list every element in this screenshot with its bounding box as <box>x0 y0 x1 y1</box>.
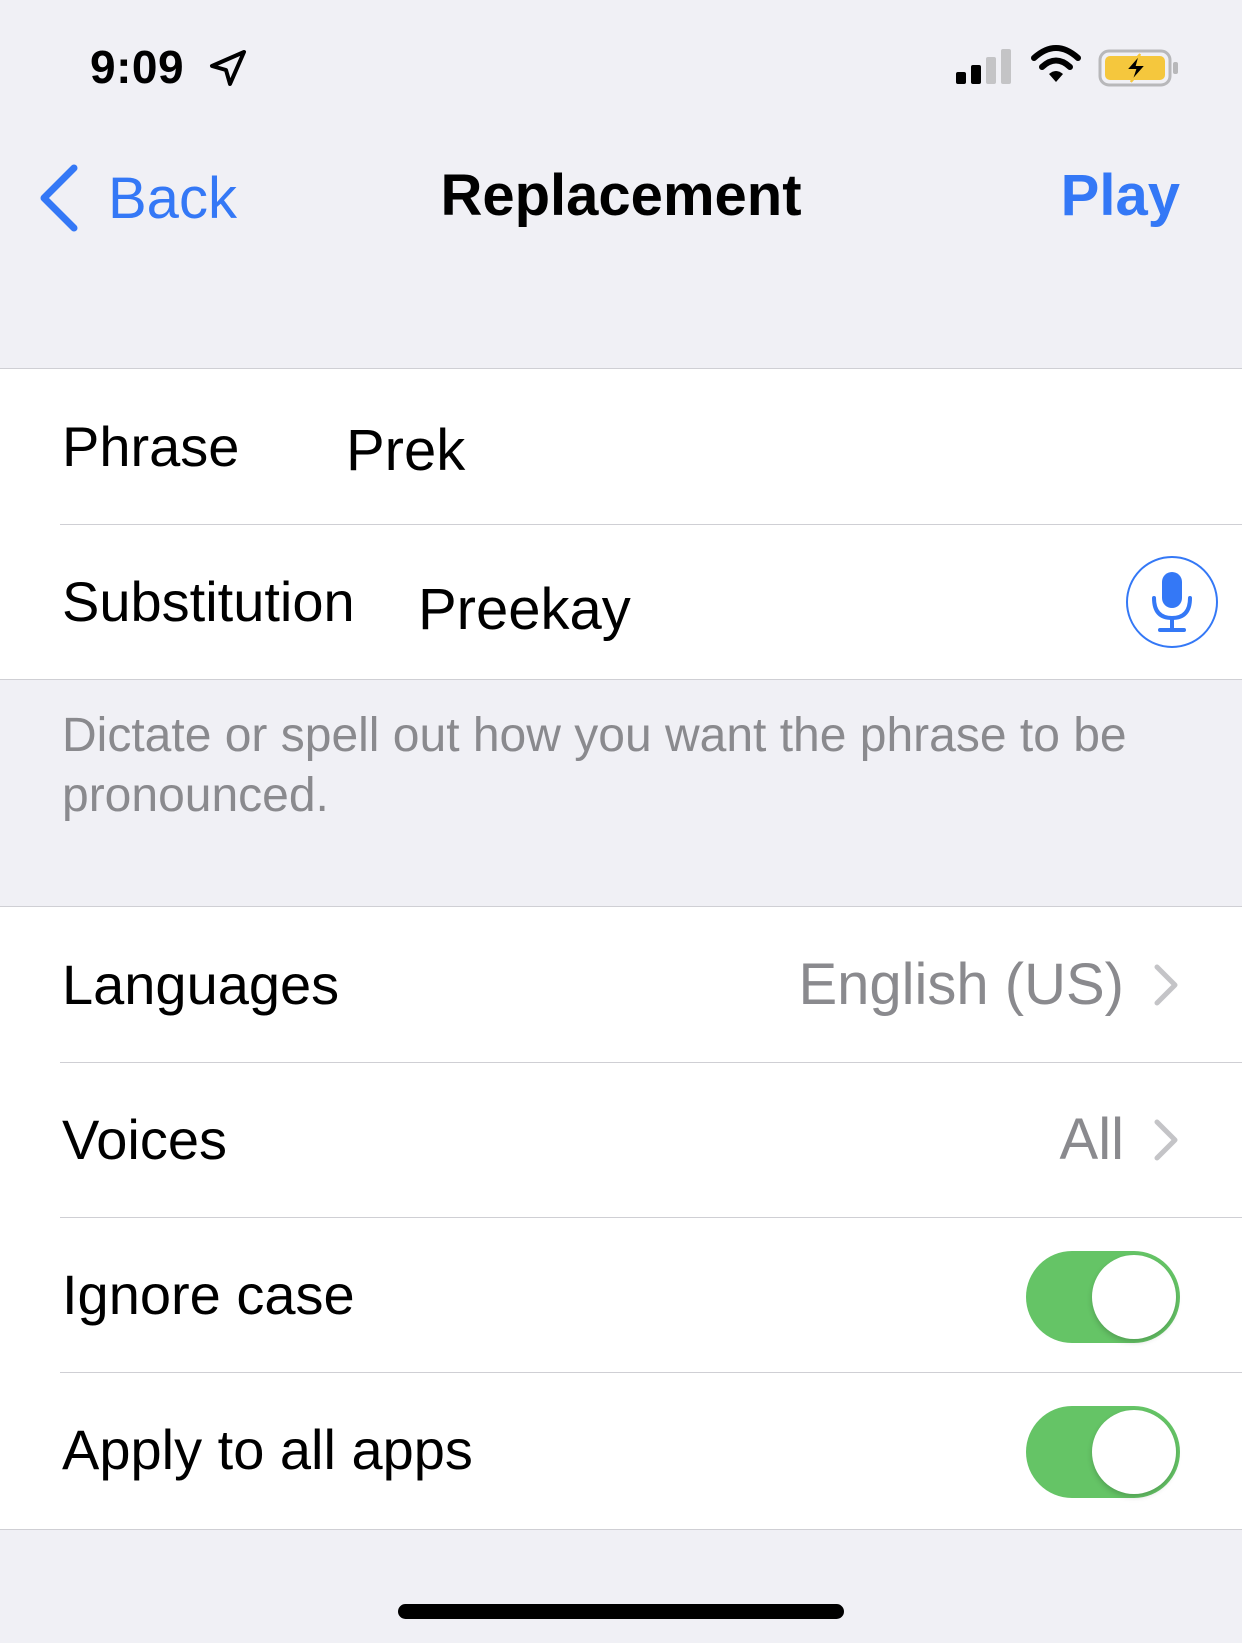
apply-all-toggle[interactable] <box>1026 1406 1180 1498</box>
voices-label: Voices <box>62 1108 227 1171</box>
replacement-group: Phrase Prek Substitution Preekay <box>0 368 1242 680</box>
options-group: Languages English (US) Voices All Ignore… <box>0 906 1242 1530</box>
ignore-case-row: Ignore case <box>0 1217 1242 1372</box>
apply-all-label: Apply to all apps <box>62 1418 473 1481</box>
substitution-footer: Dictate or spell out how you want the ph… <box>62 709 1127 822</box>
toggle-knob <box>1092 1255 1176 1339</box>
substitution-label: Substitution <box>62 570 355 633</box>
screen: 9:09 Back Replacement Play Phrase Prek S… <box>0 0 1242 1643</box>
toggle-knob <box>1092 1410 1176 1494</box>
phrase-field[interactable]: Prek <box>346 417 465 484</box>
status-time: 9:09 <box>90 41 185 93</box>
home-indicator[interactable] <box>398 1604 844 1619</box>
ignore-case-toggle[interactable] <box>1026 1251 1180 1343</box>
languages-value: English (US) <box>798 952 1124 1017</box>
chevron-right-icon <box>1154 964 1178 1005</box>
substitution-row: Substitution Preekay <box>0 524 1242 679</box>
status-bar: 9:09 <box>0 0 1242 130</box>
languages-label: Languages <box>62 953 340 1016</box>
cellular-signal-icon <box>956 49 1011 84</box>
voices-detail: All <box>1060 1062 1180 1217</box>
phrase-label: Phrase <box>62 415 240 478</box>
battery-charging-icon <box>1098 49 1178 87</box>
languages-detail: English (US) <box>798 907 1180 1062</box>
microphone-icon <box>1152 572 1192 632</box>
apply-all-row: Apply to all apps <box>0 1372 1242 1527</box>
ignore-case-label: Ignore case <box>62 1263 355 1326</box>
location-arrow-icon <box>210 50 246 86</box>
substitution-field[interactable]: Preekay <box>418 576 631 643</box>
languages-row[interactable]: Languages English (US) <box>0 907 1242 1062</box>
wifi-icon <box>1031 45 1081 82</box>
chevron-right-icon <box>1154 1119 1178 1160</box>
voices-value: All <box>1059 1107 1124 1172</box>
dictate-button[interactable] <box>1126 556 1218 648</box>
page-title: Replacement <box>440 163 802 228</box>
phrase-row: Phrase Prek <box>0 369 1242 524</box>
play-button[interactable]: Play <box>1061 162 1180 229</box>
navigation-bar: Back Replacement Play <box>0 150 1242 250</box>
voices-row[interactable]: Voices All <box>0 1062 1242 1217</box>
